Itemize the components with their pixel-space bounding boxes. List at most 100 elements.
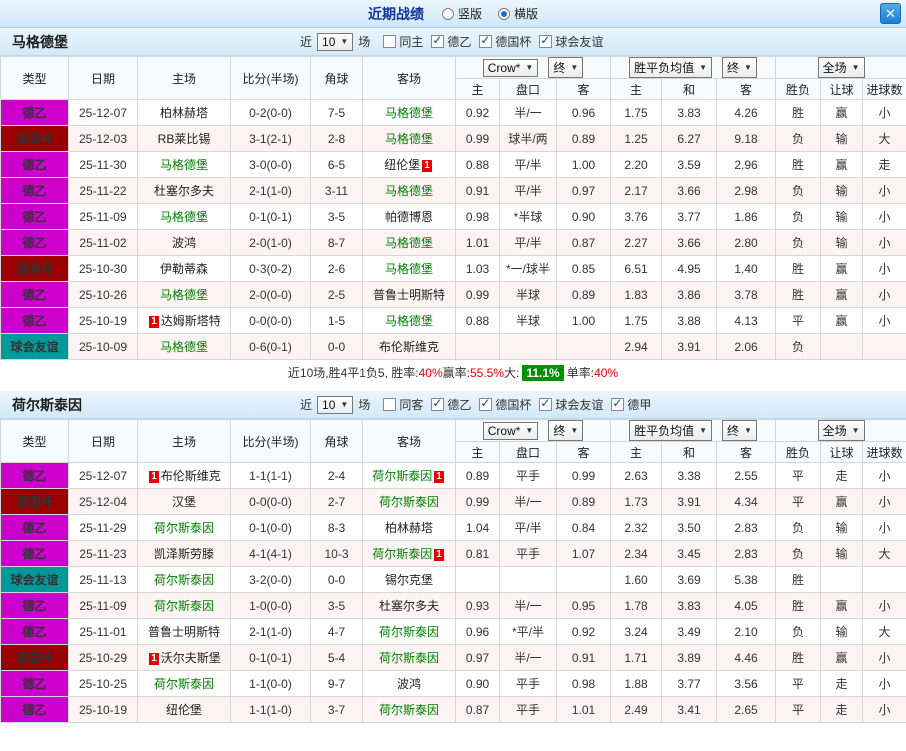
team-name-text: 凯泽斯劳滕 <box>153 547 214 561</box>
select-value: 终 <box>553 61 566 75</box>
odds-time-select[interactable]: 终 ▼ <box>548 420 584 441</box>
goals-result-cell: 小 <box>862 307 906 334</box>
away-team-cell: 波鸿 <box>362 670 456 697</box>
handicap-result-cell: 赢 <box>820 488 864 515</box>
team-name-text: 柏林赫塔 <box>159 106 208 120</box>
competition-type-cell: 德乙 <box>0 177 69 204</box>
odds-home-cell: 1.03 <box>455 255 500 282</box>
filter-checkbox[interactable]: ✓ <box>539 396 553 411</box>
home-team-cell: 1 沃尔夫斯堡 <box>137 644 231 671</box>
summary-text: 40% <box>594 365 619 380</box>
close-button[interactable]: ✕ <box>880 3 901 24</box>
check-icon: ✓ <box>480 33 491 47</box>
scope-select[interactable]: 全场 ▼ <box>817 57 865 78</box>
team-name-text: 普鲁士明斯特 <box>372 288 445 302</box>
score-cell: 0-1(0-0) <box>230 514 311 541</box>
avg-home-cell: 1.71 <box>610 644 662 671</box>
result-cell: 胜 <box>775 255 822 282</box>
competition-type-cell: 球会友谊 <box>0 566 69 593</box>
odds-time-select[interactable]: 终 ▼ <box>548 57 584 78</box>
col-avg-away: 客 <box>715 78 777 100</box>
filter-checkbox[interactable] <box>383 35 397 48</box>
team-name-text: 波鸿 <box>396 677 421 691</box>
result-cell: 平 <box>775 488 822 515</box>
avg-draw-cell: 3.66 <box>661 177 717 204</box>
odds-away-cell: 1.01 <box>556 696 611 723</box>
match-count-select[interactable]: 10 ▼ <box>317 32 354 51</box>
avg-away-cell: 2.10 <box>715 618 777 645</box>
handicap-line-cell: 平手 <box>499 670 557 697</box>
filter-checkbox[interactable]: ✓ <box>479 33 493 48</box>
handicap-result-cell: 走 <box>820 462 864 489</box>
match-count-select[interactable]: 10 ▼ <box>317 395 354 414</box>
date-cell: 25-12-04 <box>68 488 138 515</box>
date-cell: 25-11-22 <box>68 177 138 204</box>
result-cell: 负 <box>775 203 822 230</box>
result-cell: 负 <box>775 125 822 152</box>
team-name-text: 伊勒蒂森 <box>159 262 208 276</box>
odds-home-cell: 0.87 <box>455 696 500 723</box>
result-cell: 负 <box>775 540 822 567</box>
score-cell: 0-6(0-1) <box>230 333 311 360</box>
filter-checkbox[interactable]: ✓ <box>431 33 445 48</box>
filter-checkbox[interactable]: ✓ <box>431 396 445 411</box>
chevron-down-icon: ▼ <box>570 426 579 435</box>
handicap-result-cell: 赢 <box>820 307 864 334</box>
avg-away-cell: 4.34 <box>715 488 777 515</box>
chevron-down-icon: ▼ <box>744 426 752 435</box>
score-cell: 0-1(0-1) <box>230 644 311 671</box>
odds-home-cell <box>455 566 500 593</box>
corner-cell: 4-7 <box>310 618 363 645</box>
goals-result-cell <box>862 566 906 593</box>
home-team-cell: 伊勒蒂森 <box>137 255 231 282</box>
team-name-text: 荷尔斯泰因 <box>378 495 439 509</box>
match-row: 德乙 25-11-01 普鲁士明斯特 2-1(1-0) 4-7 荷尔斯泰因 0.96 *平/半… <box>0 618 906 645</box>
avg-draw-cell: 3.88 <box>661 307 717 334</box>
titlebar: 近期战绩 竖版 横版 ✕ <box>0 0 906 28</box>
avg-home-cell: 2.94 <box>610 333 662 360</box>
avg-header: 胜平负均值 ▼ 终 ▼ <box>609 419 777 442</box>
score-cell: 4-1(4-1) <box>230 540 311 567</box>
corner-cell: 5-4 <box>310 644 363 671</box>
avg-time-select[interactable]: 终 ▼ <box>722 420 757 441</box>
filter-checkbox[interactable]: ✓ <box>539 33 553 48</box>
col-home: 主场 <box>137 56 231 100</box>
chevron-down-icon: ▼ <box>699 63 707 72</box>
bookmaker-select[interactable]: Crow* ▼ <box>482 58 539 77</box>
radio-icon <box>498 7 510 20</box>
away-team-cell: 荷尔斯泰因 1 <box>362 540 456 567</box>
scope-select[interactable]: 全场 ▼ <box>817 420 865 441</box>
layout-radio[interactable]: 竖版 <box>441 5 482 22</box>
bookmaker-select[interactable]: Crow* ▼ <box>482 421 539 440</box>
home-team-cell: 荷尔斯泰因 <box>137 566 231 593</box>
home-team-cell: 纽伦堡 <box>137 696 231 723</box>
team-name-text: 荷尔斯泰因 <box>372 469 433 483</box>
home-team-cell: 荷尔斯泰因 <box>137 670 231 697</box>
team-name-text: 荷尔斯泰因 <box>153 599 214 613</box>
filter-checkbox[interactable]: ✓ <box>611 396 625 411</box>
select-value: 10 <box>322 397 336 412</box>
team-name-text: 荷尔斯泰因 <box>378 651 439 665</box>
filter-label: 同客 <box>399 398 424 412</box>
filter-checkbox[interactable] <box>383 398 397 411</box>
avg-time-select[interactable]: 终 ▼ <box>722 57 757 78</box>
goals-result-cell: 小 <box>862 696 906 723</box>
team-name-text: 荷尔斯泰因 <box>372 547 433 561</box>
competition-type-cell: 德乙 <box>0 307 69 334</box>
avg-away-cell: 5.38 <box>715 566 777 593</box>
home-team-cell: RB莱比锡 <box>137 125 231 152</box>
odds-home-cell: 0.90 <box>455 670 500 697</box>
check-icon: ✓ <box>432 33 443 47</box>
avg-select[interactable]: 胜平负均值 ▼ <box>629 420 712 441</box>
avg-select[interactable]: 胜平负均值 ▼ <box>629 57 712 78</box>
handicap-result-cell: 输 <box>820 177 864 204</box>
goals-result-cell: 小 <box>862 255 906 282</box>
filter-label: 德甲 <box>627 398 652 412</box>
filter-checkbox[interactable]: ✓ <box>479 396 493 411</box>
team-section-bar: 马格德堡 近 10 ▼ 场 同主 ✓ 德乙 ✓ 德国杯 ✓ 球会友谊 <box>0 28 906 56</box>
avg-draw-cell: 3.50 <box>661 514 717 541</box>
avg-away-cell: 2.80 <box>715 229 777 256</box>
avg-draw-cell: 4.95 <box>661 255 717 282</box>
layout-radio[interactable]: 横版 <box>498 5 538 22</box>
away-team-cell: 荷尔斯泰因 1 <box>362 462 456 489</box>
